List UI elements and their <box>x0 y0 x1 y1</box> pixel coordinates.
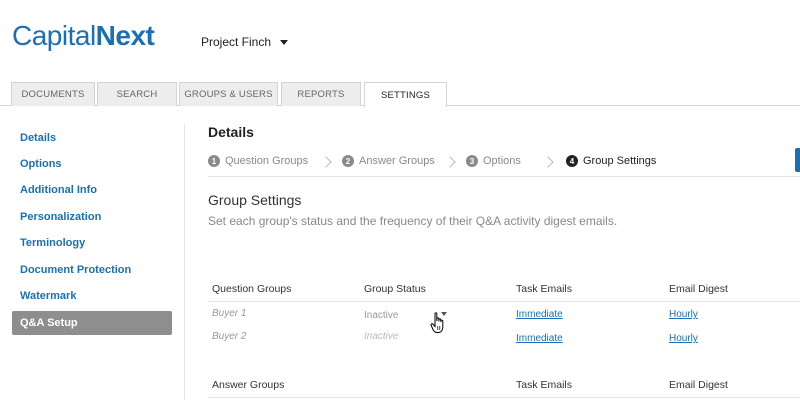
sidebar-item-additional-info[interactable]: Additional Info <box>12 178 172 202</box>
chevron-down-icon <box>280 39 289 45</box>
page-title: Details <box>208 124 254 140</box>
tab-reports[interactable]: REPORTS <box>281 82 361 106</box>
step-label: Group Settings <box>583 155 657 167</box>
project-name: Project Finch <box>201 35 272 49</box>
project-selector[interactable]: Project Finch <box>201 35 289 49</box>
logo-text-next: Next <box>95 20 155 51</box>
column-header-email-digest: Email Digest <box>669 379 728 391</box>
step-number: 3 <box>466 155 478 167</box>
hand-cursor-icon <box>430 312 444 333</box>
task-emails-link[interactable]: Immediate <box>516 309 563 320</box>
group-name: Buyer 2 <box>212 331 247 342</box>
tab-search[interactable]: SEARCH <box>97 82 177 106</box>
step-answer-groups[interactable]: 2 Answer Groups <box>342 155 435 167</box>
email-digest-link[interactable]: Hourly <box>669 333 698 344</box>
side-panel-handle[interactable] <box>795 148 800 172</box>
email-digest-link[interactable]: Hourly <box>669 309 698 320</box>
step-label: Answer Groups <box>359 155 435 167</box>
sidebar-item-options[interactable]: Options <box>12 152 172 176</box>
main-tab-bar: DOCUMENTS SEARCH GROUPS & USERS REPORTS … <box>0 82 800 107</box>
table-header-divider <box>208 397 800 398</box>
column-header-group-status: Group Status <box>364 283 426 295</box>
tab-settings[interactable]: SETTINGS <box>364 82 447 107</box>
column-header-email-digest: Email Digest <box>669 283 728 295</box>
chevron-right-icon <box>320 156 332 168</box>
tab-documents[interactable]: DOCUMENTS <box>11 82 95 106</box>
table-header-divider <box>208 301 800 302</box>
step-question-groups[interactable]: 1 Question Groups <box>208 155 308 167</box>
section-description: Set each group's status and the frequenc… <box>208 214 618 228</box>
step-number: 2 <box>342 155 354 167</box>
sidebar-item-document-protection[interactable]: Document Protection <box>12 258 172 282</box>
sidebar-item-watermark[interactable]: Watermark <box>12 284 172 308</box>
logo-text-capital: Capital <box>12 20 96 51</box>
sidebar-item-qa-setup[interactable]: Q&A Setup <box>12 311 172 335</box>
chevron-right-icon <box>542 156 554 168</box>
tab-groups-users[interactable]: GROUPS & USERS <box>179 82 278 106</box>
step-number: 1 <box>208 155 220 167</box>
group-status-select[interactable]: Inactive <box>364 331 398 342</box>
step-label: Question Groups <box>225 155 309 167</box>
sidebar-item-personalization[interactable]: Personalization <box>12 205 172 229</box>
sidebar-item-terminology[interactable]: Terminology <box>12 231 172 255</box>
steps-divider <box>208 176 800 177</box>
step-label: Options <box>483 155 521 167</box>
column-header-task-emails: Task Emails <box>516 283 573 295</box>
sidebar-item-details[interactable]: Details <box>12 126 172 150</box>
column-header-task-emails: Task Emails <box>516 379 573 391</box>
capitalnext-logo[interactable]: CapitalNext <box>12 20 155 52</box>
step-number: 4 <box>566 155 578 167</box>
step-options[interactable]: 3 Options <box>466 155 521 167</box>
column-header-answer-groups: Answer Groups <box>212 379 285 391</box>
group-status-select[interactable]: Inactive <box>364 310 398 321</box>
group-name: Buyer 1 <box>212 308 247 319</box>
column-header-question-groups: Question Groups <box>212 283 292 295</box>
chevron-right-icon <box>444 156 456 168</box>
task-emails-link[interactable]: Immediate <box>516 333 563 344</box>
step-group-settings[interactable]: 4 Group Settings <box>566 155 656 167</box>
section-title: Group Settings <box>208 192 302 208</box>
